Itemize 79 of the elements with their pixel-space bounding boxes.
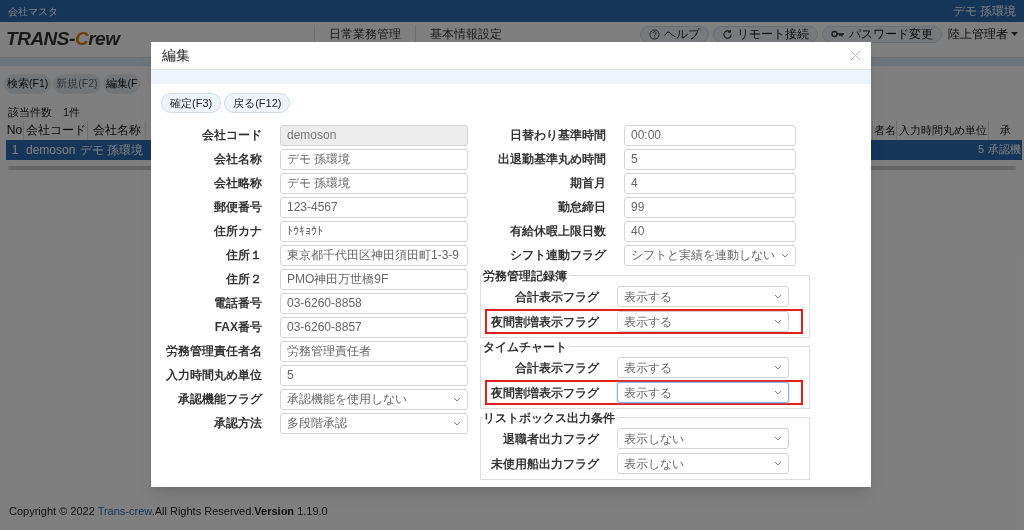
select-field[interactable]: 表示する bbox=[617, 382, 789, 403]
text-field[interactable]: 4 bbox=[624, 172, 796, 194]
field-label: 合計表示フラグ bbox=[514, 359, 599, 377]
select-field[interactable]: 多段階承認 bbox=[280, 412, 468, 434]
text-field[interactable]: 123-4567 bbox=[280, 196, 468, 218]
field-label: 退職者出力フラグ bbox=[502, 430, 599, 448]
group-title: 労務管理記録簿 bbox=[483, 267, 569, 285]
field-label: 承認方法 bbox=[213, 415, 262, 432]
text-field[interactable]: PMO神田万世橋9F bbox=[280, 268, 468, 290]
text-field[interactable]: 労務管理責任者 bbox=[280, 340, 468, 362]
text-field[interactable]: 40 bbox=[624, 220, 796, 242]
text-field[interactable]: demoson bbox=[280, 124, 468, 146]
copyright-text: Copyright © 2022 Trans-crew.All Rights Reserved.Version 1.19.0 bbox=[9, 504, 328, 519]
select-field[interactable]: 承認機能を使用しない bbox=[280, 388, 468, 410]
header-button[interactable]: リモート接続 bbox=[713, 25, 818, 43]
field-label: 有給休暇上限日数 bbox=[509, 223, 606, 240]
field-label: 電話番号 bbox=[213, 295, 262, 312]
user-menu[interactable]: 陸上管理者 bbox=[946, 25, 1020, 43]
field-label: 入力時間丸め単位 bbox=[165, 367, 262, 384]
header-button[interactable]: ヘルプ bbox=[640, 25, 709, 43]
text-field[interactable]: デモ 孫環境 bbox=[280, 172, 468, 194]
field-label: 会社略称 bbox=[213, 175, 262, 192]
field-label: 郵便番号 bbox=[213, 199, 262, 216]
field-label: 会社名称 bbox=[213, 151, 262, 168]
field-label: 承認機能フラグ bbox=[177, 391, 262, 408]
field-label: 期首月 bbox=[569, 175, 606, 192]
dialog-button[interactable]: 確定(F3) bbox=[161, 93, 222, 113]
select-field[interactable]: 表示しない bbox=[617, 453, 789, 474]
field-label: 住所１ bbox=[224, 247, 262, 264]
text-field[interactable]: ﾄｳｷｮｳﾄ bbox=[280, 220, 468, 242]
field-label: 出退勤基準丸め時間 bbox=[497, 151, 606, 168]
text-field[interactable]: 5 bbox=[280, 364, 468, 386]
select-field[interactable]: 表示する bbox=[617, 311, 789, 332]
text-field[interactable]: 99 bbox=[624, 196, 796, 218]
select-field[interactable]: 表示する bbox=[617, 286, 789, 307]
text-field[interactable]: デモ 孫環境 bbox=[280, 148, 468, 170]
text-field[interactable]: 03-6260-8857 bbox=[280, 316, 468, 338]
field-label: 住所２ bbox=[224, 271, 262, 288]
column-header: 入力時間丸め単位 bbox=[896, 120, 988, 140]
column-header: 会社コード bbox=[24, 120, 88, 140]
field-label: 合計表示フラグ bbox=[514, 288, 599, 306]
logo: TRANS-Crew bbox=[6, 28, 122, 50]
header-button[interactable]: パスワード変更 bbox=[822, 25, 942, 43]
select-field[interactable]: 表示する bbox=[617, 357, 789, 378]
toolbar-button[interactable]: 検索(F1) bbox=[4, 74, 52, 94]
table-cell-text: demoson bbox=[25, 141, 77, 159]
group-title: タイムチャート bbox=[483, 338, 569, 356]
select-field[interactable]: 表示しない bbox=[617, 428, 789, 449]
dialog-button[interactable]: 戻る(F12) bbox=[224, 93, 291, 113]
tenant-name: デモ 孫環境 bbox=[952, 3, 1016, 20]
field-label: 未使用船出力フラグ bbox=[490, 455, 599, 473]
column-header: 会社名称 bbox=[88, 120, 146, 140]
table-cell-text: 承認機 bbox=[988, 142, 1022, 158]
table-cell-text: デモ 孫環境 bbox=[80, 141, 145, 159]
field-label: 労務管理責任者名 bbox=[165, 343, 262, 360]
text-field[interactable]: 東京都千代田区神田須田町1-3-9 bbox=[280, 244, 468, 266]
field-label: 日替わり基準時間 bbox=[509, 127, 606, 144]
field-label: FAX番号 bbox=[213, 319, 262, 336]
field-label: 住所カナ bbox=[212, 223, 262, 240]
table-cell-text: 1 bbox=[10, 141, 20, 159]
company-link[interactable]: Trans-crew bbox=[97, 505, 152, 517]
dialog-title: 編集 bbox=[162, 46, 190, 65]
text-field[interactable]: 00:00 bbox=[624, 124, 796, 146]
text-field[interactable]: 5 bbox=[624, 148, 796, 170]
field-label: 夜間割増表示フラグ bbox=[490, 313, 599, 331]
field-label: 会社コード bbox=[201, 127, 262, 144]
page-title: 会社マスタ bbox=[8, 4, 58, 19]
column-header: No bbox=[6, 120, 24, 140]
text-field[interactable]: 03-6260-8858 bbox=[280, 292, 468, 314]
field-label: 勤怠締日 bbox=[557, 199, 606, 216]
column-header: 者名 bbox=[872, 120, 896, 140]
column-header: 承 bbox=[988, 120, 1022, 140]
select-field[interactable]: シフトと実績を連動しない bbox=[624, 244, 796, 266]
result-count: 該当件数 1件 bbox=[8, 105, 81, 120]
field-label: シフト連動フラグ bbox=[509, 247, 606, 264]
group-title: リストボックス出力条件 bbox=[483, 409, 617, 427]
table-cell-text: 5 bbox=[976, 142, 985, 158]
field-label: 夜間割増表示フラグ bbox=[490, 384, 599, 402]
toolbar-button[interactable]: 編集(F bbox=[102, 74, 141, 94]
